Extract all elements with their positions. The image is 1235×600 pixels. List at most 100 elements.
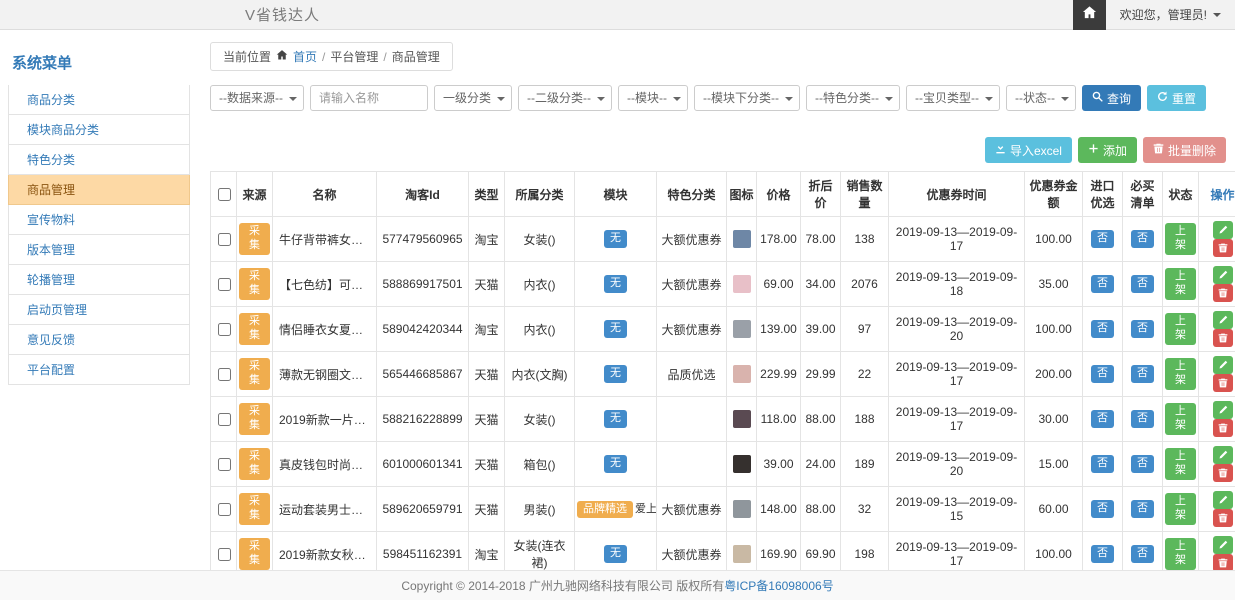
user-menu[interactable]: 欢迎您，管理员! — [1106, 6, 1235, 23]
delete-button[interactable] — [1213, 464, 1233, 482]
batch-delete-button[interactable]: 批量删除 — [1143, 137, 1226, 163]
select-module[interactable]: --模块-- — [618, 85, 688, 111]
app-title: V省钱达人 — [245, 4, 320, 25]
icp-link[interactable]: 粤ICP备16098006号 — [724, 577, 833, 594]
import-select-badge[interactable]: 否 — [1091, 455, 1114, 473]
row-checkbox[interactable] — [218, 548, 231, 561]
select-all-checkbox[interactable] — [218, 188, 231, 201]
cell-source: 采集 — [237, 217, 273, 262]
status-badge[interactable]: 上架 — [1165, 223, 1196, 255]
status-badge[interactable]: 上架 — [1165, 358, 1196, 390]
breadcrumb-home-link[interactable]: 首页 — [293, 48, 317, 65]
cell-must-buy: 否 — [1123, 442, 1163, 487]
product-thumbnail — [733, 365, 751, 383]
status-badge[interactable]: 上架 — [1165, 448, 1196, 480]
cell-sales: 138 — [841, 217, 889, 262]
status-badge[interactable]: 上架 — [1165, 313, 1196, 345]
edit-button[interactable] — [1213, 266, 1233, 284]
row-checkbox[interactable] — [218, 368, 231, 381]
delete-button[interactable] — [1213, 419, 1233, 437]
row-checkbox[interactable] — [218, 278, 231, 291]
import-select-badge[interactable]: 否 — [1091, 275, 1114, 293]
col-header-优惠券时间: 优惠券时间 — [889, 172, 1025, 217]
must-buy-badge[interactable]: 否 — [1131, 410, 1154, 428]
select-feature-category[interactable]: --特色分类-- — [806, 85, 900, 111]
must-buy-badge[interactable]: 否 — [1131, 320, 1154, 338]
cell-taoke-id: 577479560965 — [377, 217, 469, 262]
must-buy-badge[interactable]: 否 — [1131, 455, 1154, 473]
home-button[interactable] — [1073, 0, 1106, 30]
edit-button[interactable] — [1213, 536, 1233, 554]
import-select-badge[interactable]: 否 — [1091, 545, 1114, 563]
cell-feature: 大额优惠券 — [657, 217, 727, 262]
delete-button[interactable] — [1213, 284, 1233, 302]
select-level1-category[interactable]: 一级分类 — [434, 85, 512, 111]
status-badge[interactable]: 上架 — [1165, 493, 1196, 525]
sidebar-subitem-意见反馈[interactable]: 意见反馈 — [8, 325, 190, 355]
sidebar-subitem-宣传物料[interactable]: 宣传物料 — [8, 205, 190, 235]
must-buy-badge[interactable]: 否 — [1131, 365, 1154, 383]
add-button[interactable]: 添加 — [1078, 137, 1137, 163]
sidebar: 系统菜单 用户管理平台管理商品分类模块商品分类特色分类商品管理宣传物料版本管理轮… — [8, 36, 190, 568]
select-status[interactable]: --状态-- — [1006, 85, 1076, 111]
must-buy-badge[interactable]: 否 — [1131, 500, 1154, 518]
name-search-input[interactable] — [310, 85, 428, 111]
edit-button[interactable] — [1213, 221, 1233, 239]
must-buy-badge[interactable]: 否 — [1131, 275, 1154, 293]
import-select-badge[interactable]: 否 — [1091, 230, 1114, 248]
cell-module: 无 — [575, 262, 657, 307]
sidebar-subitem-商品分类[interactable]: 商品分类 — [8, 85, 190, 115]
cell-type: 淘宝 — [469, 217, 505, 262]
sidebar-subitem-轮播管理[interactable]: 轮播管理 — [8, 265, 190, 295]
edit-button[interactable] — [1213, 311, 1233, 329]
cell-sales: 188 — [841, 397, 889, 442]
select-module-subcategory[interactable]: --模块下分类-- — [694, 85, 800, 111]
sidebar-subitem-商品管理[interactable]: 商品管理 — [8, 175, 190, 205]
cell-category: 男装() — [505, 487, 575, 532]
sidebar-subitem-启动页管理[interactable]: 启动页管理 — [8, 295, 190, 325]
row-checkbox[interactable] — [218, 503, 231, 516]
col-header-模块: 模块 — [575, 172, 657, 217]
reset-button[interactable]: 重置 — [1147, 85, 1206, 111]
footer: Copyright © 2014-2018 广州九驰网络科技有限公司 版权所有 … — [0, 570, 1235, 600]
row-checkbox[interactable] — [218, 233, 231, 246]
delete-button[interactable] — [1213, 329, 1233, 347]
delete-button[interactable] — [1213, 239, 1233, 257]
select-level2-category[interactable]: --二级分类-- — [518, 85, 612, 111]
select-item-type[interactable]: --宝贝类型-- — [906, 85, 1000, 111]
status-badge[interactable]: 上架 — [1165, 403, 1196, 435]
row-checkbox[interactable] — [218, 458, 231, 471]
edit-button[interactable] — [1213, 401, 1233, 419]
must-buy-badge[interactable]: 否 — [1131, 545, 1154, 563]
cell-name: 牛仔背带裤女秋装减龄... — [273, 217, 377, 262]
cell-source: 采集 — [237, 307, 273, 352]
import-select-badge[interactable]: 否 — [1091, 410, 1114, 428]
cell-feature: 品质优选 — [657, 352, 727, 397]
edit-button[interactable] — [1213, 356, 1233, 374]
filter-bar: --数据来源-- 一级分类 --二级分类-- --模块-- --模块下分类-- … — [210, 85, 1226, 111]
delete-button[interactable] — [1213, 374, 1233, 392]
import-select-badge[interactable]: 否 — [1091, 365, 1114, 383]
sidebar-subitem-特色分类[interactable]: 特色分类 — [8, 145, 190, 175]
status-badge[interactable]: 上架 — [1165, 538, 1196, 570]
cell-module: 品牌精选爱上运动 — [575, 487, 657, 532]
must-buy-badge[interactable]: 否 — [1131, 230, 1154, 248]
cell-ops — [1199, 307, 1235, 352]
search-button[interactable]: 查询 — [1082, 85, 1141, 111]
status-badge[interactable]: 上架 — [1165, 268, 1196, 300]
delete-button[interactable] — [1213, 509, 1233, 527]
product-thumbnail — [733, 320, 751, 338]
cell-name: 薄款无钢圈文胸聚拢性... — [273, 352, 377, 397]
select-data-source[interactable]: --数据来源-- — [210, 85, 304, 111]
sidebar-subitem-平台配置[interactable]: 平台配置 — [8, 355, 190, 385]
import-excel-button[interactable]: 导入excel — [985, 137, 1072, 163]
row-checkbox[interactable] — [218, 323, 231, 336]
import-select-badge[interactable]: 否 — [1091, 320, 1114, 338]
import-select-badge[interactable]: 否 — [1091, 500, 1114, 518]
row-checkbox[interactable] — [218, 413, 231, 426]
edit-button[interactable] — [1213, 446, 1233, 464]
cell-status: 上架 — [1163, 217, 1199, 262]
sidebar-subitem-模块商品分类[interactable]: 模块商品分类 — [8, 115, 190, 145]
sidebar-subitem-版本管理[interactable]: 版本管理 — [8, 235, 190, 265]
edit-button[interactable] — [1213, 491, 1233, 509]
